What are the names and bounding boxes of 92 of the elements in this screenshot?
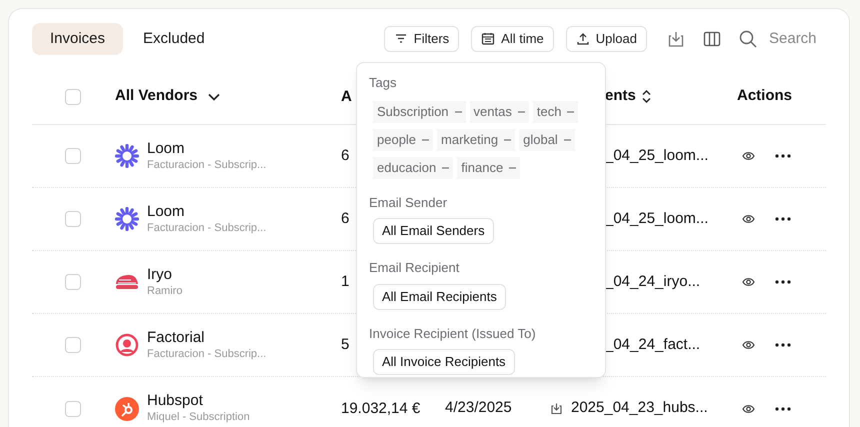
vendor-name: Factorial [147, 328, 206, 348]
upload-icon [576, 32, 590, 46]
vendor-subtitle: Ramiro [147, 284, 182, 298]
filter-button[interactable]: Filters [384, 26, 460, 52]
search-input[interactable]: Search [769, 28, 829, 50]
documents-sort[interactable]: ents [605, 85, 735, 108]
search-icon [739, 30, 757, 48]
view-button[interactable] [742, 404, 755, 414]
date: 4/23/2025 [445, 398, 513, 418]
more-icon [775, 406, 791, 410]
more-icon [775, 280, 791, 284]
checkbox[interactable] [65, 274, 81, 290]
more-icon [775, 217, 791, 221]
loom-logo-icon [115, 144, 139, 168]
amount: 1 [341, 273, 350, 290]
vendor-name: Loom [147, 202, 186, 222]
eye-icon [742, 151, 755, 161]
more-button[interactable] [775, 154, 791, 158]
eye-icon [742, 404, 755, 414]
loom-logo-icon [115, 207, 139, 231]
document-link[interactable]: _04_24_fact... [605, 334, 700, 356]
more-button[interactable] [775, 280, 791, 284]
tag[interactable]: ventas [470, 100, 529, 122]
tab[interactable]: Excluded [125, 23, 223, 55]
vendor-subtitle: Miquel - Subscription [147, 411, 250, 425]
tag[interactable]: Subscription [373, 100, 466, 122]
download-icon [550, 402, 563, 415]
minus-icon [564, 138, 571, 140]
document-link[interactable]: _04_25_loom... [605, 144, 708, 168]
vendor-name: Loom [147, 140, 186, 158]
vendor-subtitle: Facturacion - Subscrip... [147, 158, 266, 172]
view-button[interactable] [742, 277, 755, 287]
dropdown-button[interactable]: All Email Senders [373, 218, 494, 244]
minus-icon [518, 110, 525, 112]
vendor-subtitle: Facturacion - Subscrip... [147, 348, 266, 362]
columns-icon [703, 31, 721, 47]
tag[interactable]: tech [532, 100, 578, 122]
checkbox[interactable] [65, 211, 81, 227]
section-title: Email Sender [369, 194, 448, 212]
tag[interactable]: finance [457, 156, 520, 178]
dropdown-button[interactable]: All Invoice Recipients [373, 349, 515, 375]
more-button[interactable] [775, 406, 791, 410]
vendor-filter[interactable]: All Vendors [115, 85, 341, 108]
dropdown-button[interactable]: All Email Recipients [373, 284, 506, 310]
minus-icon [454, 110, 462, 112]
tag[interactable]: marketing [437, 128, 516, 150]
tag[interactable]: educacion [373, 156, 454, 178]
upload-button[interactable]: Upload [566, 26, 647, 52]
eye-icon [742, 277, 755, 287]
checkbox[interactable] [65, 88, 81, 104]
person-circle-icon [115, 333, 139, 357]
more-button[interactable] [775, 343, 791, 347]
amount: 19.032,14 € [341, 400, 420, 416]
view-button[interactable] [742, 214, 755, 224]
amount: 6 [341, 210, 350, 227]
eye-icon [742, 340, 755, 350]
minus-icon [509, 166, 516, 168]
calendar-icon [481, 32, 496, 46]
view-button[interactable] [742, 151, 755, 161]
minus-icon [442, 166, 450, 168]
download-icon [667, 30, 685, 48]
checkbox[interactable] [65, 400, 81, 416]
section-title: Invoice Recipient (Issued To) [369, 324, 537, 343]
minus-icon [567, 110, 574, 112]
amount: 5 [341, 336, 350, 353]
checkbox[interactable] [65, 337, 81, 353]
vendor-name: Hubspot [147, 392, 204, 411]
document-link[interactable]: _04_24_iryo... [605, 270, 700, 294]
view-button[interactable] [742, 340, 755, 350]
sprocket-icon [115, 396, 139, 420]
section-title: Email Recipient [369, 259, 460, 277]
document-link[interactable]: _04_25_loom... [605, 208, 708, 230]
minus-icon [504, 138, 512, 140]
minus-icon [422, 138, 430, 140]
eye-icon [742, 214, 755, 224]
more-icon [775, 154, 791, 158]
sort-icon [642, 90, 651, 103]
chevron-down-icon [208, 92, 220, 100]
vendor-subtitle: Facturacion - Subscrip... [147, 222, 266, 236]
tag[interactable]: global [519, 128, 575, 150]
more-icon [775, 343, 791, 347]
tag[interactable]: people [373, 128, 434, 150]
vendor-name: Iryo [147, 266, 174, 284]
section-title: Tags [369, 74, 398, 92]
column-header: A [341, 88, 352, 104]
document-link[interactable]: 2025_04_23_hubs... [571, 397, 708, 420]
more-button[interactable] [775, 217, 791, 221]
tab[interactable]: Invoices [32, 23, 124, 55]
amount: 6 [341, 147, 350, 164]
calendar-button[interactable]: All time [471, 26, 554, 52]
checkbox[interactable] [65, 148, 81, 164]
column-header: Actions [737, 86, 794, 106]
